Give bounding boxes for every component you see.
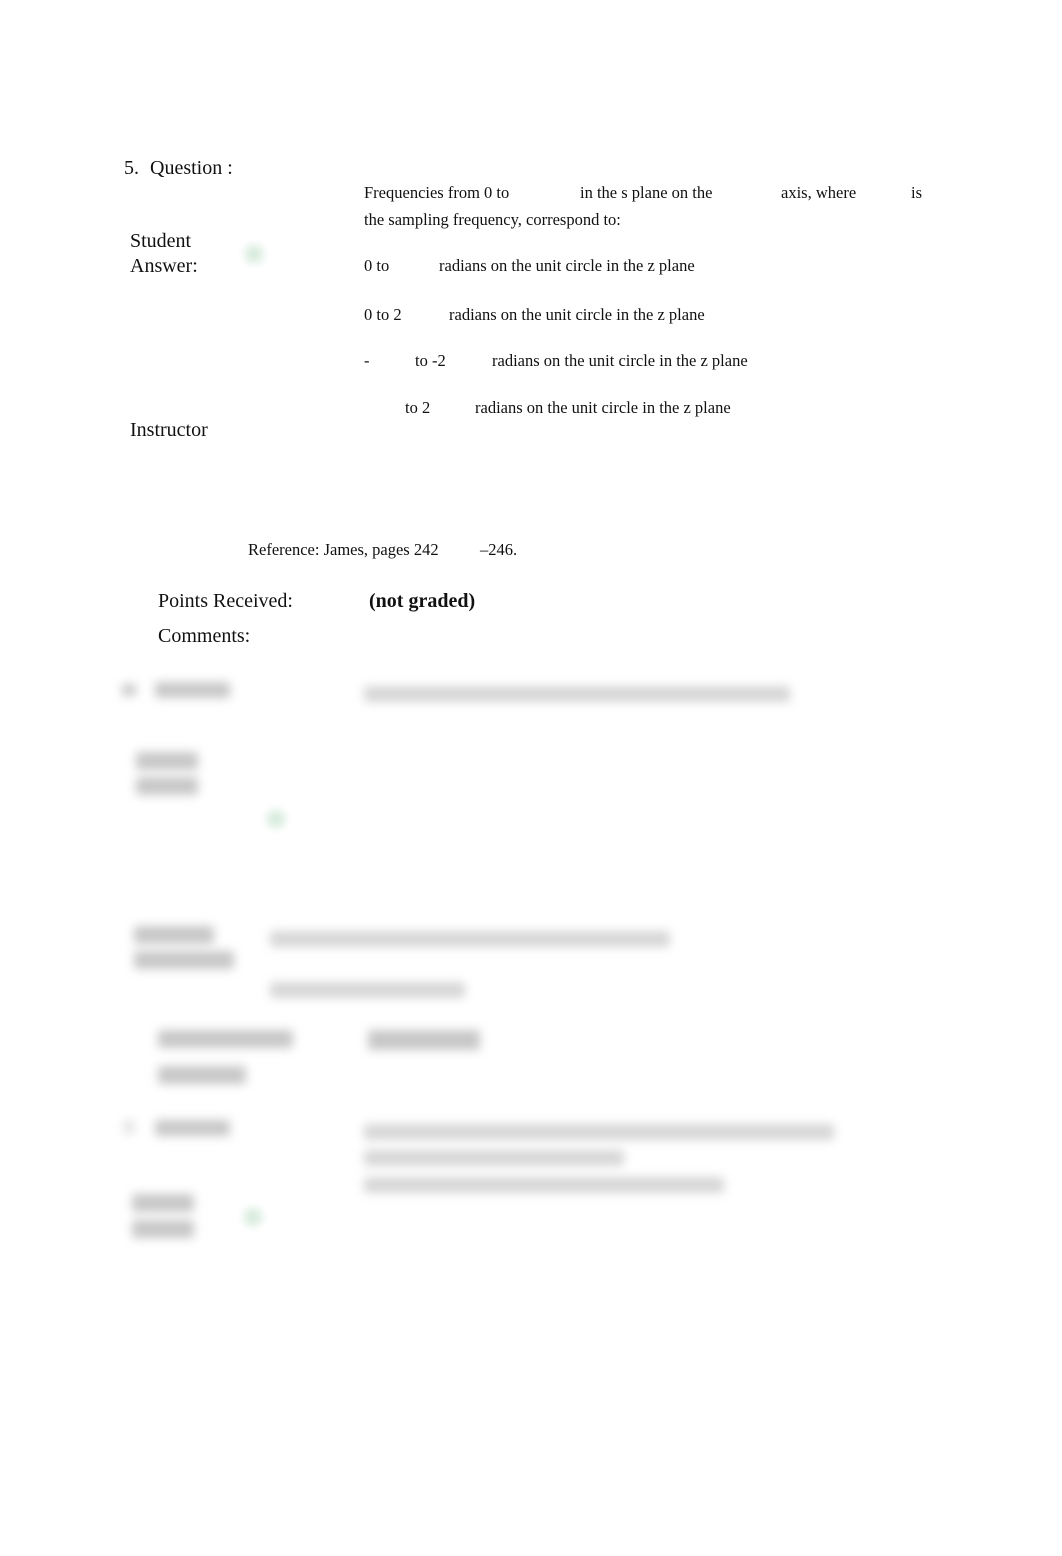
question-prompt-line1: Frequencies from 0 to [364,183,509,203]
blurred-question-prompt [364,686,790,702]
question-prompt-line2: the sampling frequency, correspond to: [364,210,621,229]
answer-option[interactable]: - [364,351,370,371]
blurred-question-prompt-line3 [364,1177,724,1193]
check-icon [240,1204,266,1230]
blurred-answer-label [136,777,198,795]
option-text: radians on the unit circle in the z plan… [449,305,705,324]
label-line: Student [130,230,192,252]
check-icon [263,806,289,832]
blurred-question-prompt-line1 [364,1124,834,1140]
answer-option[interactable]: 0 to [364,256,389,276]
prompt-part: is [911,183,923,202]
answer-option[interactable]: 0 to 2 [364,305,402,325]
instructor-label: Instructor [130,419,208,441]
answer-option[interactable]: to 2 [405,398,430,418]
label-line: Answer: [130,255,198,277]
blurred-answer-label [132,1220,194,1238]
option-text: 0 to 2 [364,305,402,324]
blurred-student-label [136,752,198,770]
prompt-part: Frequencies from 0 to [364,183,510,202]
question-number-text: 5. [124,157,139,179]
question-number: 5. Question : [124,157,233,180]
blurred-question-number [124,1120,134,1134]
points-received-label: Points Received: [158,590,293,612]
comments-label: Comments: [158,625,251,647]
option-text: - [364,351,370,370]
question-label: Question : [150,157,233,179]
option-text: to -2 [415,351,446,370]
blurred-explanation-label [134,951,234,969]
prompt-part: axis, where [781,183,857,202]
reference-pages-end: –246. [480,540,518,559]
blurred-reference-text [270,982,465,998]
blurred-question-label [155,1120,230,1136]
blurred-explanation-text [270,931,670,947]
blurred-question-prompt-line2 [364,1150,624,1166]
blurred-comments-label [158,1066,246,1084]
prompt-part: in the s plane on the [580,183,713,202]
option-text: to 2 [405,398,431,417]
blurred-points-value [368,1030,480,1050]
blurred-instructor-label [134,926,214,944]
option-text: radians on the unit circle in the z plan… [475,398,731,417]
check-icon [241,241,267,267]
option-text: radians on the unit circle in the z plan… [492,351,748,370]
points-received-value: (not graded) [369,590,476,612]
student-answer-label: Student Answer: [130,229,198,279]
option-text: 0 to [364,256,390,275]
reference-text: Reference: James, pages 242 [248,540,439,559]
blurred-question-label [155,682,230,698]
blurred-question-number [122,684,136,696]
option-text: radians on the unit circle in the z plan… [439,256,695,275]
blurred-points-label [158,1030,293,1048]
blurred-student-label [132,1194,194,1212]
